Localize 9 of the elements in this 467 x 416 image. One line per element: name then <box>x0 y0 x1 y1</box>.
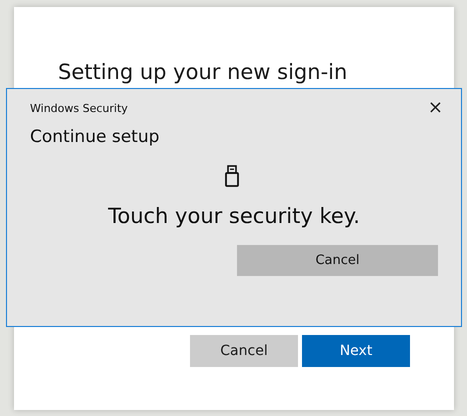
cancel-button[interactable]: Cancel <box>190 335 298 367</box>
next-button[interactable]: Next <box>302 335 410 367</box>
usb-key-icon <box>225 165 239 187</box>
close-button[interactable]: × <box>424 98 447 118</box>
window-title: Windows Security <box>30 102 128 114</box>
dialog-message: Touch your security key. <box>107 203 361 228</box>
dialog-heading: Continue setup <box>29 126 160 147</box>
card-heading: Setting up your new sign-in <box>58 59 348 85</box>
cancel-button[interactable]: Cancel <box>237 245 438 276</box>
